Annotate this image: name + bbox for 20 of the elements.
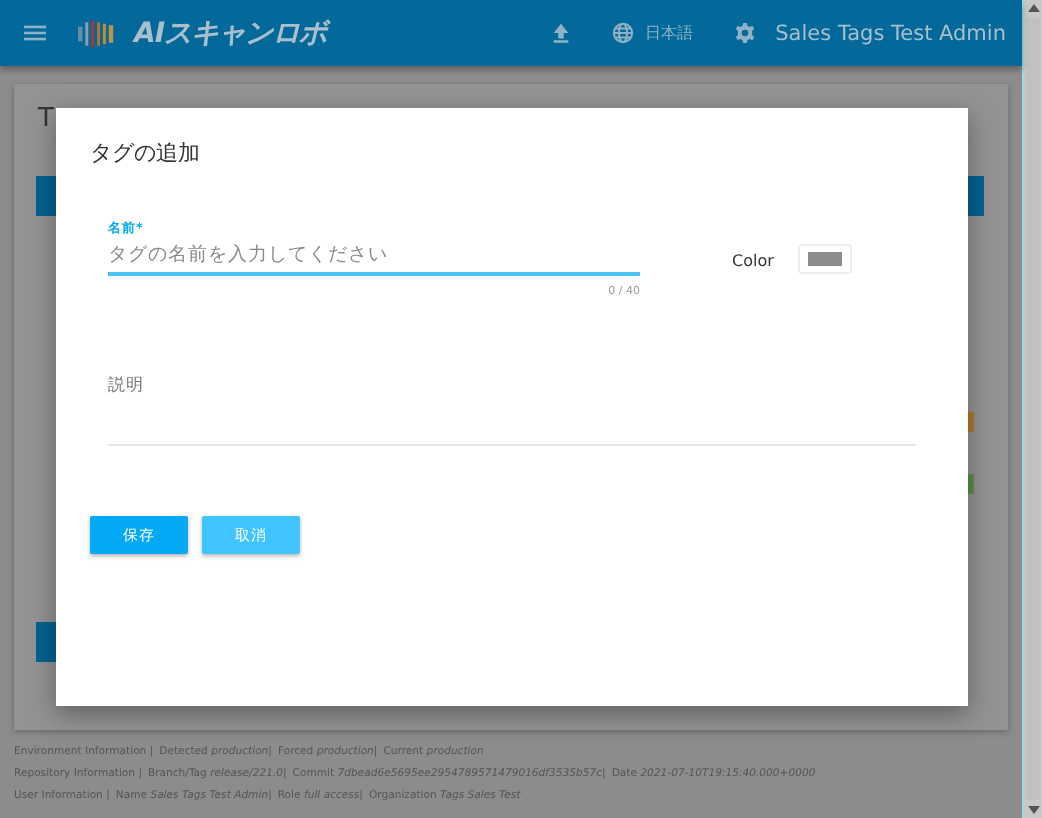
page-heading: T bbox=[38, 104, 54, 134]
scrollbar[interactable] bbox=[1022, 0, 1042, 818]
scroll-up-icon[interactable] bbox=[1027, 4, 1039, 12]
scroll-down-icon[interactable] bbox=[1027, 806, 1039, 814]
description-field[interactable]: 説明 bbox=[108, 360, 916, 446]
language-label[interactable]: 日本語 bbox=[645, 22, 694, 44]
globe-icon[interactable] bbox=[611, 22, 634, 44]
settings-icon[interactable] bbox=[733, 22, 756, 44]
name-input-field[interactable]: タグの名前を入力してください bbox=[108, 238, 640, 276]
user-name[interactable]: Sales Tags Test Admin bbox=[775, 21, 1006, 45]
tag-color-mark bbox=[968, 474, 974, 494]
logo-text: AIスキャンロボ bbox=[134, 15, 327, 51]
upload-icon[interactable] bbox=[549, 22, 572, 44]
field-label: 説明 bbox=[108, 376, 144, 396]
dialog-title: タグの追加 bbox=[90, 138, 202, 168]
color-picker-button[interactable] bbox=[797, 244, 852, 274]
tag-color-mark bbox=[968, 412, 974, 432]
color-label: Color bbox=[732, 252, 774, 270]
scroll-thumb[interactable] bbox=[1026, 18, 1040, 800]
menu-icon[interactable] bbox=[24, 22, 46, 44]
